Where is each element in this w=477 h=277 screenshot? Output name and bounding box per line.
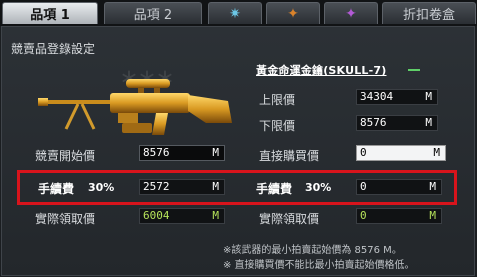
fee-rate-left: 30%: [88, 181, 115, 194]
tab-bar: 品項 1 品項 2 ✷ ✦ ✦ 折扣卷盒: [0, 0, 477, 26]
tab-item-2[interactable]: 品項 2: [104, 2, 202, 24]
fee-value-left: 2572: [143, 180, 170, 193]
fee-rate-right: 30%: [305, 181, 332, 194]
tab-orange-emblem[interactable]: ✦: [266, 2, 320, 24]
buyout-price-value: 0: [360, 146, 367, 159]
auction-registration-panel: 競賣品登錄設定 黃金命運金鑰(SKULL-7) ＊＊＊ ＊＊: [1, 26, 475, 276]
buyout-price-unit: M: [433, 146, 440, 159]
weapon-name: 黃金命運金鑰(SKULL-7): [256, 64, 387, 77]
sparkle-icon: ✷: [229, 5, 241, 22]
note-min-start-price: ※該武器的最小拍賣起始價為 8576 M。: [223, 245, 402, 256]
receive-price-label-right: 實際領取價: [259, 212, 320, 226]
fee-unit-left: M: [212, 180, 219, 193]
start-price-unit: M: [212, 146, 219, 159]
receive-value-right: 0: [360, 209, 367, 222]
fee-field-right: 0 M: [356, 179, 442, 195]
tab-purple-emblem[interactable]: ✦: [324, 2, 378, 24]
receive-field-left: 6004 M: [139, 208, 225, 224]
fee-label-left: 手續費: [38, 182, 75, 196]
lower-price-label: 下限價: [259, 119, 296, 133]
receive-field-right: 0 M: [356, 208, 442, 224]
fee-label-right: 手續費: [256, 182, 293, 196]
tab-item-2-label: 品項 2: [133, 8, 173, 23]
receive-unit-left: M: [212, 209, 219, 222]
fee-unit-right: M: [429, 180, 436, 193]
weapon-status-dash: [408, 69, 420, 71]
tab-item-1-label: 品項 1: [30, 8, 70, 23]
lower-price-field: 8576 M: [356, 115, 438, 131]
receive-value-left: 6004: [143, 209, 170, 222]
lower-price-value: 8576: [360, 116, 387, 129]
tab-item-1[interactable]: 品項 1: [2, 2, 98, 24]
upper-price-value: 34304: [360, 90, 394, 103]
receive-price-label-left: 實際領取價: [35, 212, 96, 226]
start-price-input[interactable]: 8576 M: [139, 145, 225, 161]
section-title: 競賣品登錄設定: [11, 42, 96, 56]
tab-sparkle[interactable]: ✷: [208, 2, 262, 24]
receive-unit-right: M: [429, 209, 436, 222]
fee-field-left: 2572 M: [139, 179, 225, 195]
lower-price-unit: M: [425, 116, 432, 129]
start-price-label: 競賣開始價: [35, 149, 96, 163]
orange-emblem-icon: ✦: [287, 5, 299, 22]
tab-discount-box[interactable]: 折扣卷盒: [382, 2, 476, 24]
upper-price-label: 上限價: [259, 93, 296, 107]
purple-emblem-icon: ✦: [345, 5, 357, 22]
buyout-price-label: 直接購買價: [259, 149, 320, 163]
upper-price-unit: M: [425, 90, 432, 103]
fee-value-right: 0: [360, 180, 367, 193]
upper-price-field: 34304 M: [356, 89, 438, 105]
start-price-value: 8576: [143, 146, 170, 159]
tab-discount-box-label: 折扣卷盒: [402, 8, 455, 23]
note-buyout-rule: ※ 直接購買價不能比最小拍賣起始價格低。: [223, 260, 415, 271]
buyout-price-input[interactable]: 0 M: [356, 145, 446, 161]
